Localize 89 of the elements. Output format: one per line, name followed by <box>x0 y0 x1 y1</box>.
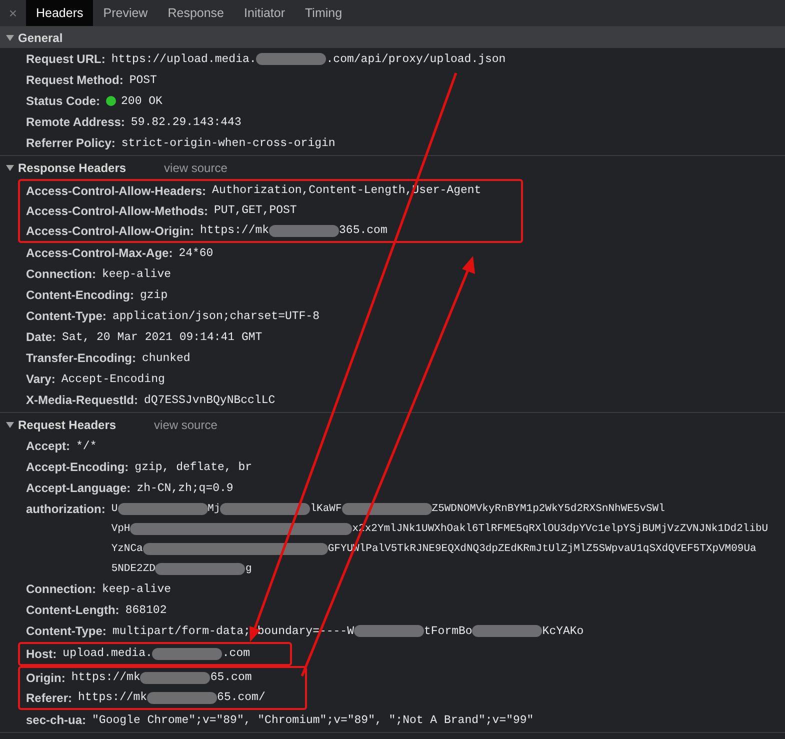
header-value: 5NDE2ZD <box>111 562 156 576</box>
header-value: Sat, 20 Mar 2021 09:14:41 GMT <box>62 330 262 346</box>
header-name: Transfer-Encoding: <box>26 350 136 367</box>
header-value: .com <box>222 646 250 662</box>
header-name: Access-Control-Allow-Methods: <box>26 203 208 220</box>
header-name: Connection: <box>26 266 96 283</box>
section-title: Response Headers <box>18 160 126 174</box>
header-name: X-Media-RequestId: <box>26 392 138 409</box>
header-name: Access-Control-Allow-Headers: <box>26 183 206 200</box>
header-name: Host: <box>26 646 57 663</box>
header-name: sec-ch-ua: <box>26 712 86 729</box>
header-name: Access-Control-Max-Age: <box>26 245 173 262</box>
section-title: Request Headers <box>18 418 116 432</box>
header-value: lKaWF <box>310 502 342 516</box>
header-value: VpH <box>111 522 130 536</box>
header-value: chunked <box>142 351 190 367</box>
header-value: strict-origin-when-cross-origin <box>121 136 336 152</box>
section-title: General <box>18 30 63 44</box>
header-value: application/json;charset=UTF-8 <box>112 309 320 325</box>
view-source-link[interactable]: view source <box>164 160 228 174</box>
header-name: Referer: <box>26 690 72 707</box>
section-header[interactable]: General <box>0 27 785 48</box>
view-source-link[interactable]: view source <box>154 418 218 432</box>
redaction-mark <box>354 625 424 637</box>
header-value: g <box>245 562 252 576</box>
header-name: Content-Encoding: <box>26 287 134 304</box>
header-name: authorization: <box>26 501 106 518</box>
header-value: keep-alive <box>102 582 172 598</box>
header-value: gzip <box>140 288 168 304</box>
header-value: PUT,GET,POST <box>214 203 297 219</box>
header-value: 868102 <box>125 603 167 619</box>
section-header[interactable]: Response Headers view source <box>0 156 785 179</box>
header-value: "Google Chrome";v="89", "Chromium";v="89", ";Not A Brand";v="99" <box>92 713 534 729</box>
header-value: 65.com <box>210 670 252 686</box>
expand-icon <box>6 164 14 170</box>
redaction-mark <box>147 692 218 704</box>
expand-icon <box>6 422 14 428</box>
header-value: 65.com/ <box>217 690 266 706</box>
header-name: Content-Length: <box>26 602 120 619</box>
tab[interactable]: Initiator <box>234 0 296 26</box>
header-value: U <box>111 502 118 516</box>
header-value: POST <box>129 73 157 89</box>
tab[interactable]: Timing <box>295 0 352 26</box>
header-name: Accept-Language: <box>26 480 131 497</box>
header-value: 365.com <box>339 223 388 239</box>
header-value: .com/api/proxy/upload.json <box>326 52 506 68</box>
redaction-mark <box>472 625 542 637</box>
header-value: upload.media. <box>62 646 152 662</box>
header-value: 59.82.29.143:443 <box>130 115 242 131</box>
header-value: Z5WDNOMVkyRnBYM1p2WkY5d2RXSnNhWE5vSWl <box>432 502 665 516</box>
redaction-mark <box>140 672 210 684</box>
header-value: KcYAKo <box>542 624 584 640</box>
header-name: Origin: <box>26 670 66 687</box>
header-name: Access-Control-Allow-Origin: <box>26 223 194 240</box>
header-value: 200 OK <box>121 94 162 110</box>
redaction-mark <box>152 648 222 660</box>
header-name: Accept: <box>26 438 70 455</box>
tab[interactable]: Headers <box>26 0 94 26</box>
header-name: Content-Type: <box>26 623 106 640</box>
header-value: 24*60 <box>178 246 214 262</box>
header-name: Date: <box>26 329 56 346</box>
header-value: Mj <box>208 502 220 516</box>
header-name: Request URL: <box>26 51 106 68</box>
header-value: YzNCa <box>111 542 143 556</box>
header-name: Vary: <box>26 371 56 388</box>
header-value: keep-alive <box>102 267 172 283</box>
redaction-mark <box>269 225 340 237</box>
header-value: https://mk <box>71 670 140 686</box>
header-value: tFormBo <box>424 624 472 640</box>
header-value: https://upload.media. <box>111 52 256 68</box>
header-value: https://mk <box>200 223 270 239</box>
header-value: */* <box>76 439 97 455</box>
redaction-mark <box>256 53 326 65</box>
header-name: Accept-Encoding: <box>26 459 129 476</box>
section-header[interactable]: Request Headers view source <box>0 413 785 436</box>
tab[interactable]: Response <box>158 0 234 26</box>
header-value: dQ7ESSJvnBQyNBcclLC <box>144 393 276 409</box>
header-name: Request Method: <box>26 72 124 89</box>
header-name: Status Code: <box>26 93 100 110</box>
header-name: Content-Type: <box>26 308 106 325</box>
header-name: Remote Address: <box>26 114 125 131</box>
header-value: Accept-Encoding <box>61 372 165 388</box>
header-value: zh-CN,zh;q=0.9 <box>136 481 234 497</box>
header-name: Referrer Policy: <box>26 135 116 152</box>
expand-icon <box>6 34 14 40</box>
header-name: Connection: <box>26 581 96 598</box>
tab[interactable]: Preview <box>93 0 158 26</box>
header-value: gzip, deflate, br <box>134 460 252 476</box>
header-value: https://mk <box>78 690 148 706</box>
